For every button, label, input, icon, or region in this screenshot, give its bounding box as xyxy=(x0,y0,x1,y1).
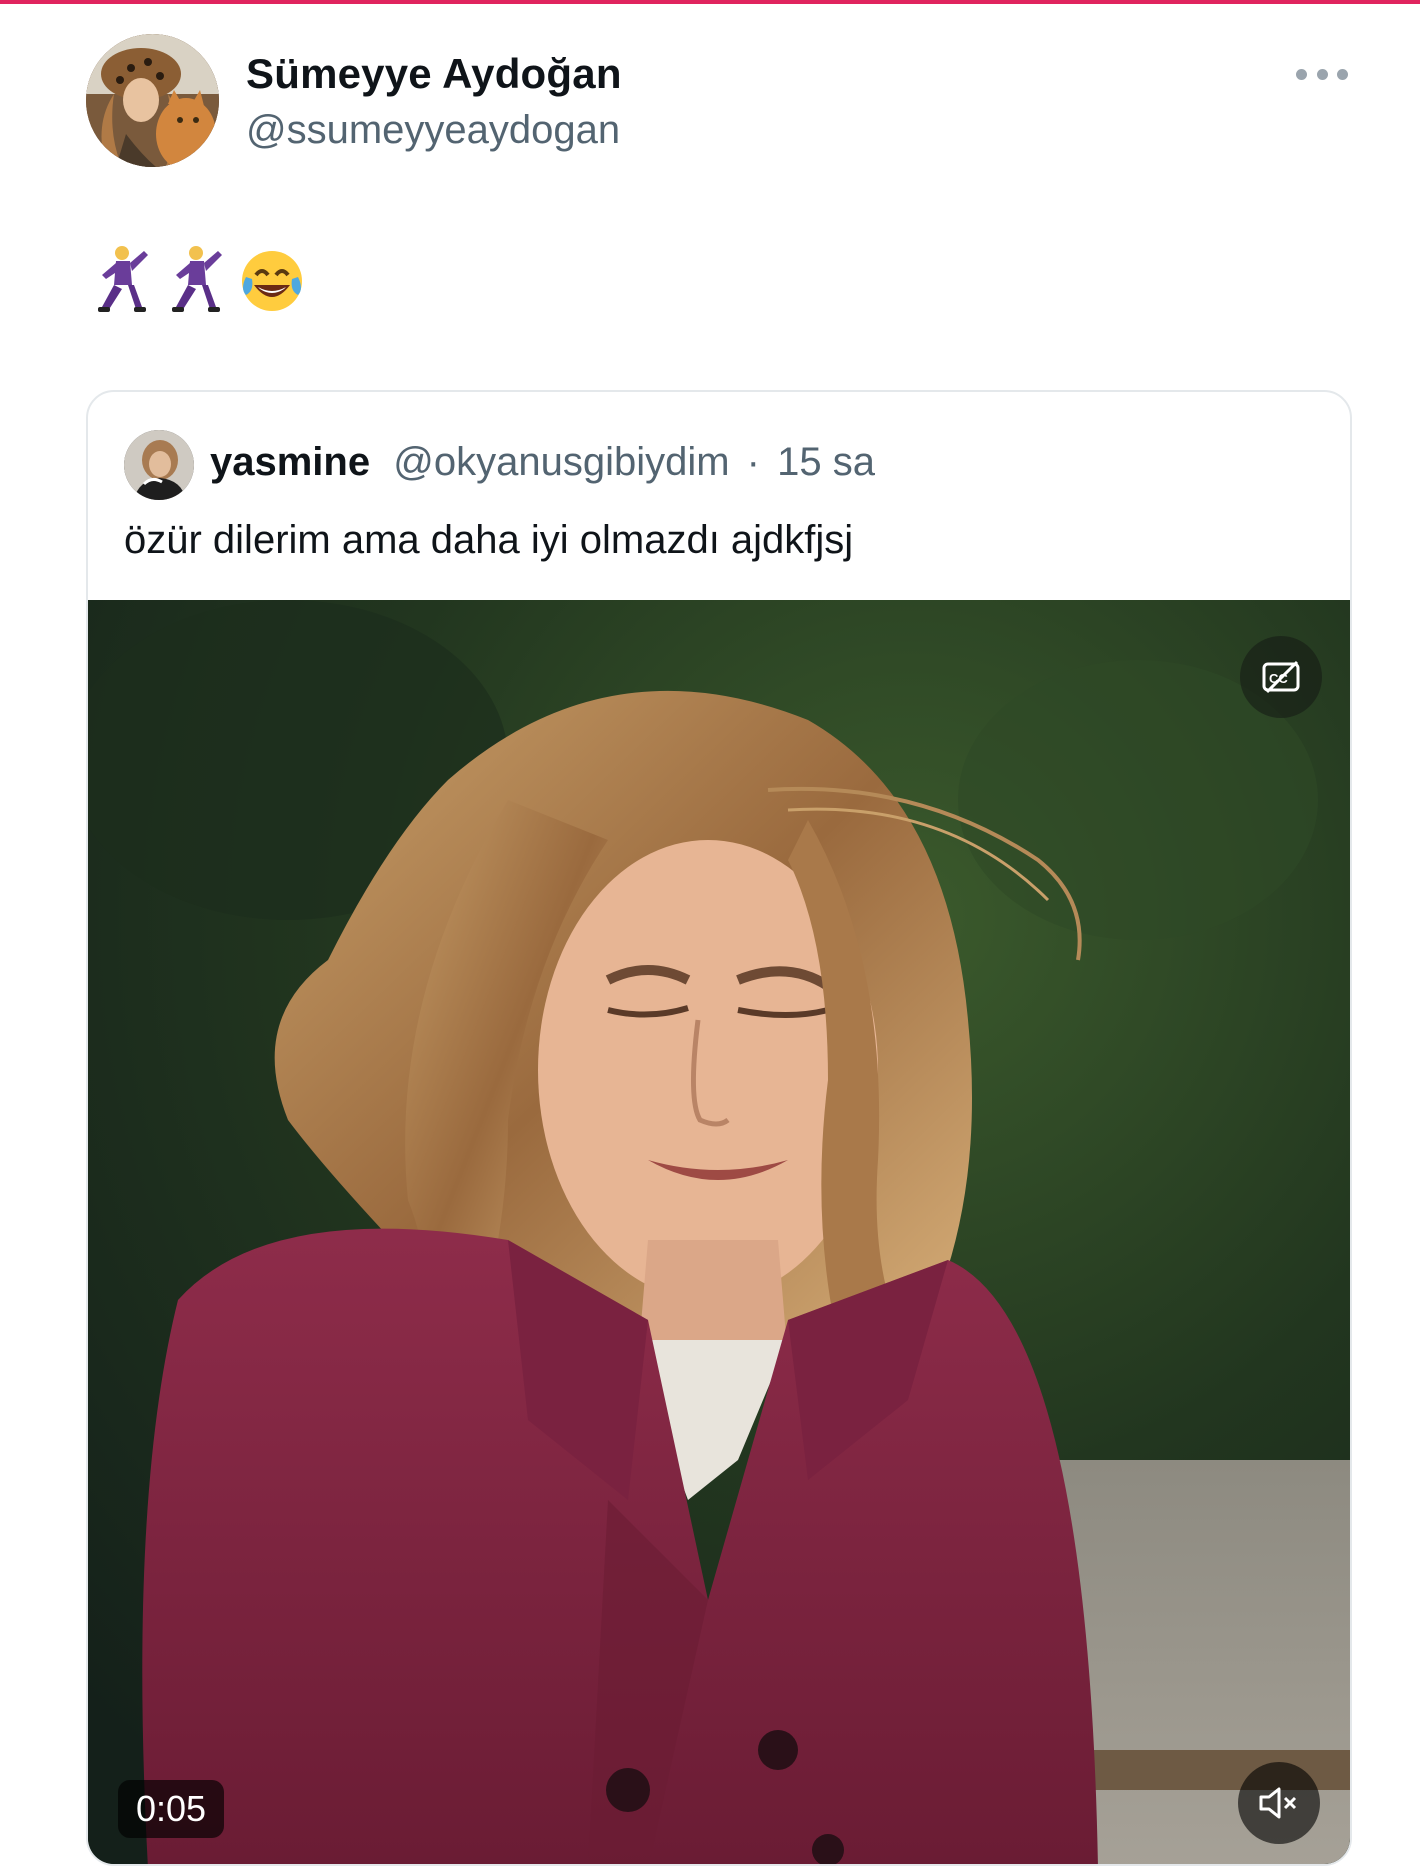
man-dancing-icon xyxy=(172,246,222,312)
face-with-tears-of-joy-icon xyxy=(242,251,302,311)
author-avatar[interactable] xyxy=(86,34,219,167)
quoted-author-avatar[interactable] xyxy=(124,430,194,500)
quoted-tweet-text: özür dilerim ama daha iyi olmazdı ajdkfj… xyxy=(124,518,854,562)
dot xyxy=(1337,68,1348,80)
mute-button[interactable] xyxy=(1238,1762,1320,1844)
captions-button[interactable]: CC xyxy=(1240,636,1322,718)
more-options-icon[interactable] xyxy=(1296,66,1348,82)
man-dancing-icon xyxy=(98,246,148,312)
profile-photo-icon xyxy=(124,430,194,500)
video-timestamp: 0:05 xyxy=(118,1780,225,1838)
quoted-tweet-header: yasmine @okyanusgibiydim · 15 sa xyxy=(210,440,875,485)
profile-photo-icon xyxy=(86,34,219,167)
dot xyxy=(1296,68,1307,80)
author-handle[interactable]: @ssumeyyeaydogan xyxy=(246,108,620,153)
quoted-tweet-timestamp[interactable]: 15 sa xyxy=(777,440,875,484)
quoted-author-display-name[interactable]: yasmine xyxy=(210,440,370,484)
muted-speaker-icon xyxy=(1259,1787,1297,1819)
video-frame xyxy=(88,600,1350,1864)
tweet-body xyxy=(92,242,304,318)
author-display-name[interactable]: Sümeyye Aydoğan xyxy=(246,50,622,98)
quoted-tweet-card[interactable]: yasmine @okyanusgibiydim · 15 sa özür di… xyxy=(86,390,1352,1866)
video-player[interactable]: CC 0:05 xyxy=(88,600,1350,1864)
quoted-author-handle[interactable]: @okyanusgibiydim xyxy=(393,440,729,484)
tweet: Sümeyye Aydoğan @ssumeyyeaydogan yasmine… xyxy=(0,4,1420,1869)
dot xyxy=(1316,68,1328,80)
captions-off-icon: CC xyxy=(1262,660,1300,694)
separator-dot: · xyxy=(746,440,760,484)
